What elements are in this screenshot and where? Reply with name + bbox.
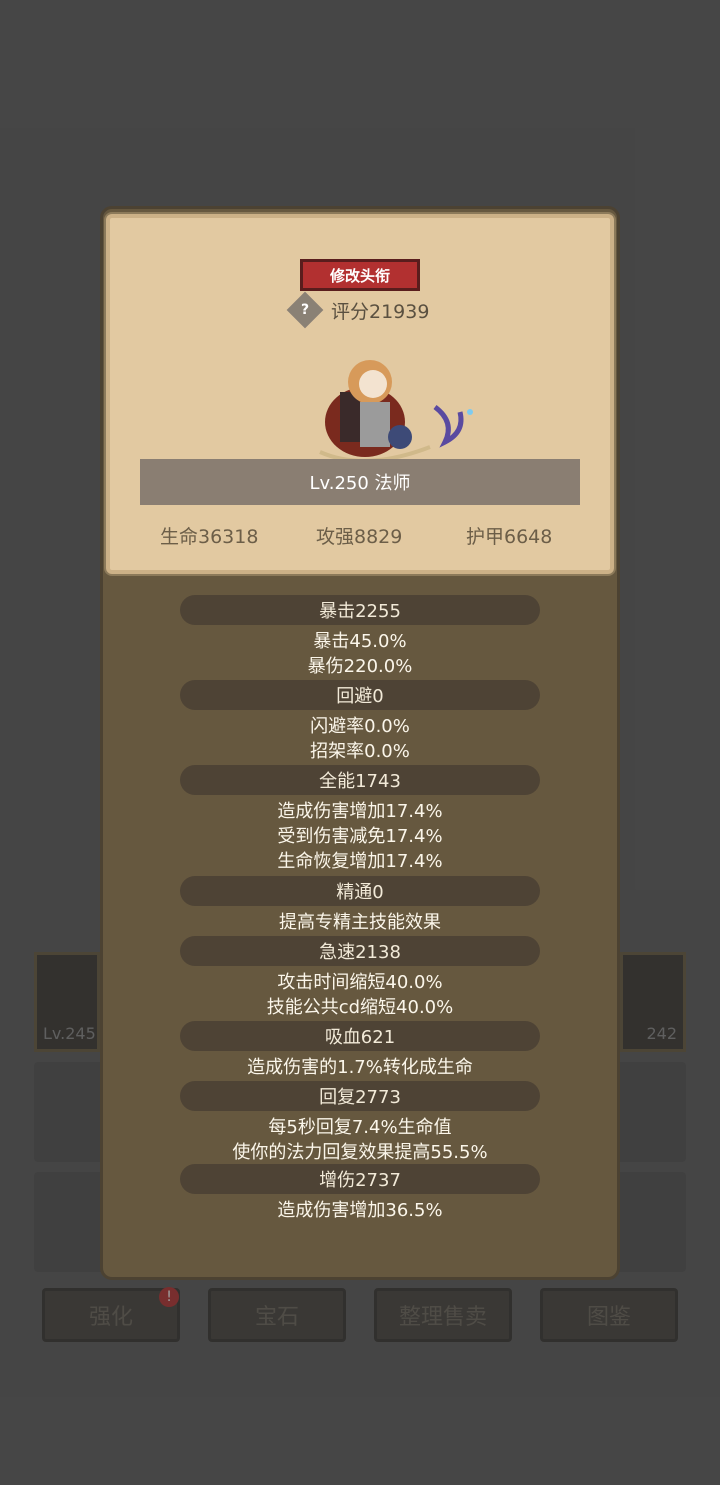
stat-line: 造成伤害增加17.4% — [277, 801, 443, 822]
stat-label-dodge: 回避0 — [180, 680, 540, 710]
armor-stat: 护甲6648 — [466, 526, 553, 548]
stat-label-versatility: 全能1743 — [180, 765, 540, 795]
stat-line: 暴击45.0% — [313, 631, 407, 652]
stat-line: 使你的法力回复效果提高55.5% — [232, 1142, 488, 1163]
stat-label-damage-increase: 增伤2737 — [180, 1164, 540, 1194]
stat-line: 闪避率0.0% — [310, 716, 410, 737]
hp-stat: 生命36318 — [160, 526, 259, 548]
stat-line: 技能公共cd缩短40.0% — [266, 997, 454, 1018]
name-level-bar: Lv.250 法师 — [140, 459, 580, 505]
stat-line: 暴伤220.0% — [307, 656, 413, 677]
mage-character-avatar — [319, 360, 473, 463]
stat-line: 受到伤害减免17.4% — [277, 826, 443, 847]
stat-label-mastery: 精通0 — [180, 876, 540, 906]
stat-line: 造成伤害增加36.5% — [277, 1200, 443, 1221]
attack-stat: 攻强8829 — [316, 526, 403, 548]
stat-line: 招架率0.0% — [310, 741, 410, 762]
stat-label-recovery: 回复2773 — [180, 1081, 540, 1111]
stat-line: 每5秒回复7.4%生命值 — [268, 1117, 452, 1138]
score-text: 评分21939 — [331, 301, 430, 323]
stat-label-haste: 急速2138 — [180, 936, 540, 966]
stat-label-leech: 吸血621 — [180, 1021, 540, 1051]
rename-title-button[interactable]: 修改头衔 — [300, 259, 420, 291]
stat-line: 造成伤害的1.7%转化成生命 — [247, 1057, 473, 1078]
stat-line: 攻击时间缩短40.0% — [277, 972, 443, 993]
stat-line: 提高专精主技能效果 — [279, 912, 441, 933]
stat-line: 生命恢复增加17.4% — [277, 851, 443, 872]
stat-label-crit: 暴击2255 — [180, 595, 540, 625]
